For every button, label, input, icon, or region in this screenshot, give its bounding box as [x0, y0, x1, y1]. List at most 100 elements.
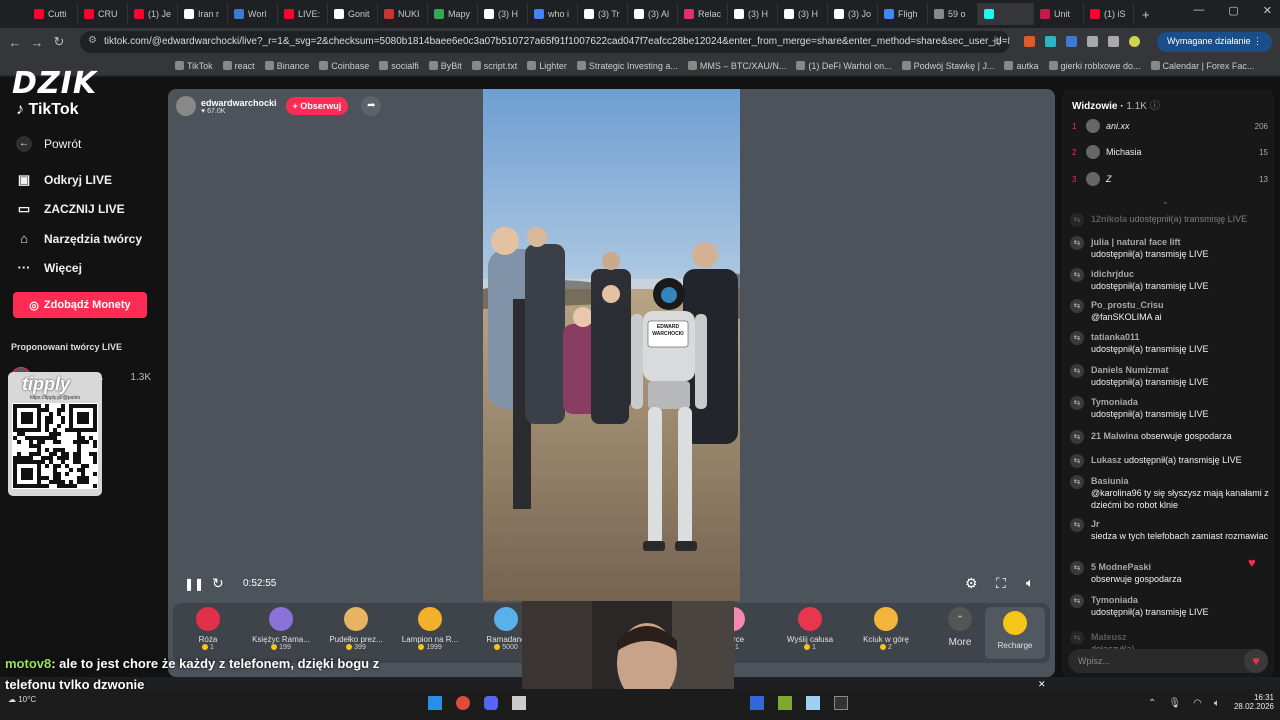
- viewer-row[interactable]: 1 ani.xx 206: [1072, 116, 1268, 136]
- host-name[interactable]: edwardwarchocki: [201, 98, 277, 108]
- browser-tab[interactable]: (3) H: [478, 3, 528, 25]
- gift-item[interactable]: Lampion na R... 1999: [395, 607, 465, 651]
- live-video[interactable]: EDWARD WARCHOCKI: [483, 89, 740, 601]
- bookmark-item[interactable]: gierki roblxowe do...: [1048, 61, 1141, 71]
- bookmark-item[interactable]: Binance: [264, 61, 309, 71]
- sidebar-item-discover-live[interactable]: ▣ Odkryj LIVE: [16, 172, 112, 188]
- browser-tab[interactable]: Iran r: [178, 3, 228, 25]
- url-field[interactable]: ⚙ tiktok.com/@edwardwarchocki/live?_r=1&…: [80, 31, 1010, 53]
- sidebar-item-creator-tools[interactable]: ⌂ Narzędzia twórcy: [16, 231, 142, 246]
- profile-avatar[interactable]: [1129, 36, 1140, 47]
- fullscreen-icon[interactable]: ⛶: [996, 575, 1006, 592]
- action-required-button[interactable]: Wymagane działanie ⋮: [1157, 32, 1272, 52]
- refresh-icon[interactable]: ↻: [212, 575, 224, 592]
- browser-tab[interactable]: Relac: [678, 3, 728, 25]
- comment-user[interactable]: julia | natural face lift: [1091, 236, 1270, 248]
- bookmark-item[interactable]: Lighter: [527, 61, 567, 71]
- minimize-icon[interactable]: —: [1193, 4, 1204, 17]
- bookmark-item[interactable]: Strategic Investing a...: [576, 61, 678, 71]
- volume-icon[interactable]: 🔈︎: [1026, 575, 1034, 591]
- get-coins-button[interactable]: ◎ Zdobądź Monety: [13, 292, 147, 318]
- browser-tab[interactable]: (3) Tr: [578, 3, 628, 25]
- pause-icon[interactable]: ❚❚: [184, 577, 204, 591]
- comment-user[interactable]: Po_prostu_Crisu: [1091, 299, 1270, 311]
- wifi-icon[interactable]: ◠: [1193, 698, 1202, 709]
- site-info-icon[interactable]: ⚙: [88, 35, 97, 46]
- notepad-icon[interactable]: [806, 696, 820, 710]
- app-icon[interactable]: [750, 696, 764, 710]
- extension-icon[interactable]: [1045, 36, 1056, 47]
- comment-user[interactable]: Basiunia: [1091, 475, 1270, 487]
- browser-tab[interactable]: 59 o: [928, 3, 978, 25]
- browser-tab[interactable]: (1) iS: [1084, 3, 1134, 25]
- bookmark-item[interactable]: ByBit: [428, 61, 462, 71]
- browser-tab[interactable]: Gonit: [328, 3, 378, 25]
- tiktok-logo[interactable]: ♪ TikTok: [16, 101, 79, 119]
- bookmark-item[interactable]: Coinbase: [319, 61, 369, 71]
- recharge-button[interactable]: Recharge: [985, 607, 1045, 659]
- discord-icon[interactable]: [484, 696, 498, 710]
- maximize-icon[interactable]: ▢: [1228, 4, 1238, 17]
- browser-tab[interactable]: Fligh: [878, 3, 928, 25]
- puzzle-icon[interactable]: [1087, 36, 1098, 47]
- browser-tab[interactable]: LIVE:: [278, 3, 328, 25]
- browser-tab[interactable]: Unit: [1034, 3, 1084, 25]
- chevron-down-icon[interactable]: ⌄: [1162, 197, 1169, 206]
- browser-tab[interactable]: Cutti: [28, 3, 78, 25]
- extension-icon[interactable]: [1024, 36, 1035, 47]
- bookmark-item[interactable]: react: [222, 61, 255, 71]
- app-icon[interactable]: [778, 696, 792, 710]
- weather-widget[interactable]: ☁ 10°C: [8, 695, 36, 704]
- comment-user[interactable]: tatianka011: [1091, 331, 1270, 343]
- bookmark-star-icon[interactable]: ☆: [986, 34, 1008, 50]
- follow-button[interactable]: + Obserwuj: [285, 97, 349, 115]
- terminal-icon[interactable]: [834, 696, 848, 710]
- sidebar-item-start-live[interactable]: ▭ ZACZNIJ LIVE: [16, 201, 125, 217]
- browser-tab[interactable]: (3) Al: [628, 3, 678, 25]
- extension-icon[interactable]: [1066, 36, 1077, 47]
- close-window-icon[interactable]: ✕: [1263, 4, 1272, 17]
- browser-tab[interactable]: CRU: [78, 3, 128, 25]
- comment-user[interactable]: 12nikola: [1091, 214, 1127, 224]
- chevron-up-icon[interactable]: ⌃: [1148, 698, 1156, 709]
- comment-user[interactable]: Tymoniada: [1091, 594, 1270, 606]
- browser-tab[interactable]: NUKI: [378, 3, 428, 25]
- host-avatar[interactable]: [176, 96, 196, 116]
- bookmark-item[interactable]: script.txt: [471, 61, 517, 71]
- bookmark-item[interactable]: Calendar | Forex Fac...: [1150, 61, 1254, 71]
- gift-item[interactable]: Pudełko prez... 399: [321, 607, 391, 651]
- browser-tab[interactable]: Mapy: [428, 3, 478, 25]
- back-button[interactable]: ← Powrót: [16, 136, 81, 152]
- bookmark-item[interactable]: autka: [1004, 61, 1039, 71]
- gift-item[interactable]: Kciuk w górę 2: [851, 607, 921, 651]
- browser-tab[interactable]: (1) Je: [128, 3, 178, 25]
- settings-icon[interactable]: ⚙: [965, 575, 978, 592]
- gift-item[interactable]: Wyślij całusa 1: [775, 607, 845, 651]
- browser-tab[interactable]: (3) H: [778, 3, 828, 25]
- like-heart-button[interactable]: ♥: [1244, 649, 1268, 673]
- reload-icon[interactable]: ↻: [48, 34, 70, 50]
- mic-icon[interactable]: 🎙︎: [1168, 698, 1181, 709]
- browser-tab[interactable]: [978, 3, 1034, 25]
- clock[interactable]: 16:31 28.02.2026: [1226, 693, 1274, 711]
- viewer-row[interactable]: 3 Z 13: [1072, 169, 1268, 189]
- comment-user[interactable]: Jr: [1091, 518, 1270, 530]
- comment-user[interactable]: Tymoniada: [1091, 396, 1270, 408]
- browser-tab[interactable]: Worl: [228, 3, 278, 25]
- comment-input[interactable]: Wpisz... ☺: [1068, 649, 1268, 673]
- comment-user[interactable]: 21 Malwina: [1091, 431, 1139, 441]
- browser-tab[interactable]: (3) Jo: [828, 3, 878, 25]
- browser-tab[interactable]: who i: [528, 3, 578, 25]
- viewer-row[interactable]: 2 Michasia 15: [1072, 142, 1268, 162]
- sidebar-item-more[interactable]: ··· Więcej: [16, 260, 82, 275]
- comment-user[interactable]: Lukasz: [1091, 455, 1122, 465]
- comment-user[interactable]: 5 ModnePaski: [1091, 561, 1270, 573]
- bookmark-item[interactable]: (1) DeFi Warhol on...: [796, 61, 892, 71]
- comment-user[interactable]: Daniels Numizmat: [1091, 364, 1270, 376]
- media-icon[interactable]: [1108, 36, 1119, 47]
- back-icon[interactable]: ←: [4, 35, 26, 50]
- bookmark-item[interactable]: Podwój Stawkę | J...: [901, 61, 994, 71]
- chrome-icon[interactable]: [456, 696, 470, 710]
- browser-tab[interactable]: (3) H: [728, 3, 778, 25]
- forward-icon[interactable]: →: [26, 35, 48, 50]
